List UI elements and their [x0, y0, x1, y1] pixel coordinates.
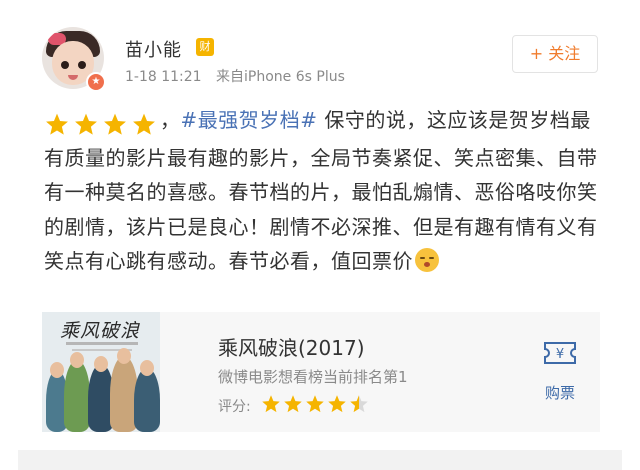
buy-ticket-button[interactable]: ¥ 购票: [530, 336, 590, 412]
star-icon: [133, 113, 155, 135]
weibo-post: ★ 苗小能 财 1-18 11:21 来自iPhone 6s Plus + 关注…: [0, 0, 640, 470]
ticket-icon: ¥: [544, 342, 576, 364]
poster-figure: [134, 368, 160, 432]
star-icon: [284, 395, 302, 413]
poster-head: [94, 356, 108, 372]
verified-badge-icon: ★: [86, 72, 106, 92]
poster-title: 乘风破浪: [60, 320, 141, 342]
star-icon: [350, 395, 368, 413]
movie-poster[interactable]: 乘风破浪: [42, 312, 160, 432]
poster-head: [140, 360, 154, 376]
post-footer-bar: [18, 450, 622, 470]
poster-figure: [64, 360, 90, 432]
star-icon: [306, 395, 324, 413]
movie-title[interactable]: 乘风破浪(2017): [218, 332, 365, 361]
hashtag-link[interactable]: #最强贺岁档#: [181, 108, 318, 132]
movie-rating-stars: [261, 394, 371, 416]
star-icon: [104, 113, 126, 135]
poster-head: [70, 352, 84, 368]
lead-punct: ，: [160, 108, 181, 132]
svg-text:¥: ¥: [556, 347, 564, 362]
star-icon: [46, 113, 68, 135]
movie-card[interactable]: 乘风破浪 乘风破浪(2017) 微博电影想看榜当前排名第1 评分: ¥ 购票: [42, 312, 600, 432]
post-source[interactable]: 来自iPhone 6s Plus: [216, 69, 345, 85]
post-star-rating: [44, 106, 160, 141]
buy-ticket-label: 购票: [544, 384, 575, 402]
poster-head: [50, 362, 64, 378]
post-meta: 1-18 11:21 来自iPhone 6s Plus: [125, 66, 345, 86]
avatar-eye-left: [61, 61, 69, 69]
star-icon: [262, 395, 280, 413]
follow-button[interactable]: + 关注: [512, 35, 598, 73]
star-icon: [328, 395, 346, 413]
poster-head: [117, 348, 131, 364]
movie-rank-text: 微博电影想看榜当前排名第1: [218, 368, 408, 386]
vip-badge-icon: 财: [196, 38, 214, 56]
poster-subtitle-line: [66, 342, 138, 345]
star-icon: [75, 113, 97, 135]
blush-face-icon: [415, 248, 439, 272]
username[interactable]: 苗小能: [125, 36, 182, 62]
post-content: ，#最强贺岁档# 保守的说，这应该是贺岁档最有质量的影片最有趣的影片，全局节奏紧…: [44, 103, 610, 279]
rating-label: 评分:: [218, 399, 251, 415]
avatar-eye-right: [78, 61, 86, 69]
post-time: 1-18 11:21: [125, 69, 202, 85]
